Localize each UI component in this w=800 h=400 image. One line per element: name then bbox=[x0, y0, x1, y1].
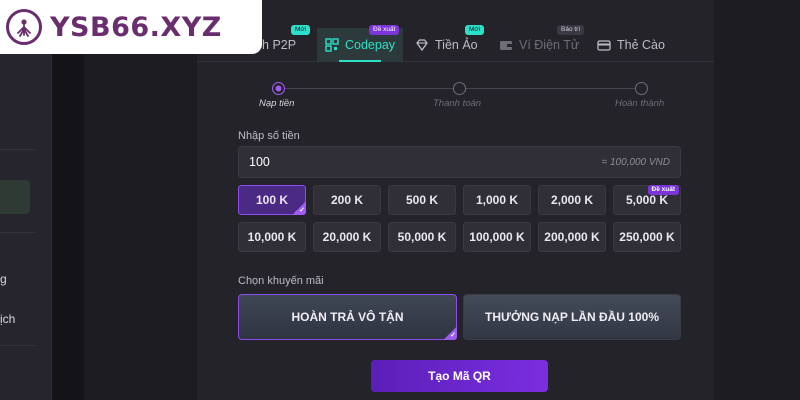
maintenance-badge: Bảo trì bbox=[557, 25, 585, 35]
site-logo[interactable]: YSB66.XYZ bbox=[0, 0, 262, 54]
amount-option[interactable]: 20,000 K bbox=[313, 222, 381, 252]
generate-qr-button[interactable]: Tạo Mã QR bbox=[371, 360, 548, 392]
sidebar-item-active[interactable] bbox=[0, 180, 30, 214]
checkmark-icon: ✓ bbox=[443, 326, 457, 340]
amount-option[interactable]: 50,000 K bbox=[388, 222, 456, 252]
card-icon bbox=[597, 38, 611, 52]
amount-option[interactable]: 500 K bbox=[388, 185, 456, 215]
recommended-badge: Đề xuất bbox=[369, 25, 400, 35]
amount-option-label: 100 K bbox=[255, 193, 289, 207]
tab-ewallet[interactable]: Ví Điện Tử Bảo trì bbox=[499, 25, 585, 62]
amount-option[interactable]: 5,000 K Đề xuất bbox=[613, 185, 681, 215]
amount-label: Nhập số tiền bbox=[238, 130, 300, 142]
diamond-icon bbox=[415, 38, 429, 52]
step-label: Hoàn thành bbox=[615, 98, 665, 109]
qr-icon bbox=[325, 38, 339, 52]
sidebar-gutter bbox=[52, 0, 84, 400]
step-indicator bbox=[635, 82, 648, 95]
amount-option[interactable]: 200,000 K bbox=[538, 222, 606, 252]
step-connector bbox=[466, 88, 635, 89]
amount-option-label: 5,000 K bbox=[625, 193, 669, 207]
sidebar-divider bbox=[0, 149, 36, 150]
sidebar-item-label[interactable]: ịch bbox=[0, 312, 15, 326]
amount-option[interactable]: 1,000 K bbox=[463, 185, 531, 215]
amount-option-label: 500 K bbox=[405, 193, 439, 207]
step-label: Nạp tiền bbox=[259, 98, 295, 109]
tab-scratch-card[interactable]: Thẻ Cào bbox=[597, 28, 665, 62]
amount-option-label: 20,000 K bbox=[322, 230, 372, 244]
wallet-icon bbox=[499, 38, 513, 52]
left-sidebar: g ịch bbox=[0, 0, 52, 400]
amount-option-label: 200,000 K bbox=[544, 230, 600, 244]
logo-text: YSB66.XYZ bbox=[50, 11, 222, 43]
amount-conversion: = 100,000 VND bbox=[601, 156, 670, 168]
promo-option-cashback[interactable]: HOÀN TRẢ VÔ TẬN ✓ bbox=[238, 294, 457, 340]
recommended-badge: Đề xuất bbox=[647, 185, 679, 195]
sidebar-divider bbox=[0, 345, 36, 346]
amount-option-label: 250,000 K bbox=[619, 230, 675, 244]
amount-option[interactable]: 100,000 K bbox=[463, 222, 531, 252]
promo-label: Chọn khuyến mãi bbox=[238, 275, 324, 287]
generate-qr-label: Tạo Mã QR bbox=[428, 369, 491, 383]
step-connector bbox=[284, 88, 453, 89]
amount-option-label: 10,000 K bbox=[247, 230, 297, 244]
tab-codepay[interactable]: Codepay Đề xuất bbox=[317, 25, 404, 62]
tab-label: Codepay bbox=[345, 38, 396, 52]
amount-option-label: 1,000 K bbox=[475, 193, 519, 207]
amount-option[interactable]: 100 K ✓ bbox=[238, 185, 306, 215]
promo-option-first-deposit[interactable]: THƯỞNG NẠP LẦN ĐẦU 100% bbox=[463, 294, 681, 340]
amount-option[interactable]: 200 K bbox=[313, 185, 381, 215]
amount-input[interactable]: 100 = 100,000 VND bbox=[238, 146, 681, 178]
step-label: Thanh toán bbox=[433, 98, 482, 109]
payment-method-tabs: ịch P2P Mới Codepay Đề xuất Tiền Ảo Mới … bbox=[197, 25, 714, 62]
tab-label: Tiền Ảo bbox=[435, 38, 478, 52]
step-indicator bbox=[453, 82, 466, 95]
sidebar-item-label[interactable]: g bbox=[0, 272, 7, 286]
amount-option[interactable]: 250,000 K bbox=[613, 222, 681, 252]
amount-option-label: 50,000 K bbox=[397, 230, 447, 244]
sidebar-divider bbox=[0, 232, 36, 233]
promo-option-label: HOÀN TRẢ VÔ TẬN bbox=[291, 310, 404, 324]
amount-option[interactable]: 10,000 K bbox=[238, 222, 306, 252]
promo-option-label: THƯỞNG NẠP LẦN ĐẦU 100% bbox=[485, 310, 659, 324]
amount-option-label: 200 K bbox=[330, 193, 364, 207]
tab-crypto[interactable]: Tiền Ảo Mới bbox=[415, 25, 485, 62]
new-badge: Mới bbox=[465, 25, 485, 35]
tab-label: Ví Điện Tử bbox=[519, 38, 580, 52]
amount-option[interactable]: 2,000 K bbox=[538, 185, 606, 215]
logo-emblem-icon bbox=[6, 9, 42, 45]
step-indicator bbox=[272, 82, 285, 95]
tab-label: Thẻ Cào bbox=[617, 38, 665, 52]
checkmark-icon: ✓ bbox=[292, 201, 306, 215]
new-badge: Mới bbox=[291, 25, 311, 35]
amount-option-label: 100,000 K bbox=[469, 230, 525, 244]
amount-option-label: 2,000 K bbox=[550, 193, 594, 207]
amount-value: 100 bbox=[249, 155, 270, 169]
